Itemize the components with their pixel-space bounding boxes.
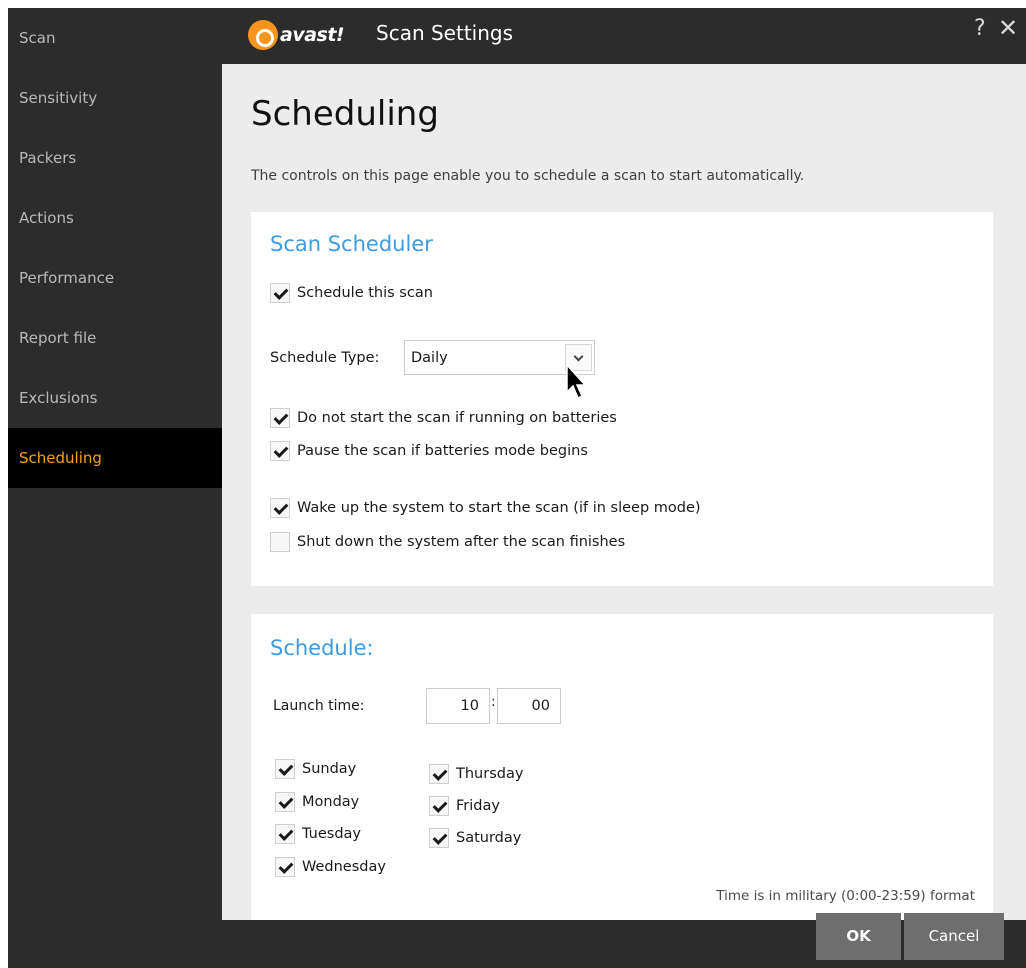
avast-ball-icon bbox=[248, 20, 278, 50]
wake-up-system-checkbox[interactable]: Wake up the system to start the scan (if… bbox=[270, 498, 701, 518]
checkbox-icon bbox=[270, 532, 290, 552]
day-monday-checkbox[interactable]: Monday bbox=[275, 792, 359, 812]
day-friday-checkbox[interactable]: Friday bbox=[429, 796, 500, 816]
checkbox-icon bbox=[275, 824, 295, 844]
day-thursday-checkbox[interactable]: Thursday bbox=[429, 764, 523, 784]
sidebar-item-packers[interactable]: Packers bbox=[8, 128, 222, 188]
sidebar-item-exclusions[interactable]: Exclusions bbox=[8, 368, 222, 428]
sidebar-item-sensitivity[interactable]: Sensitivity bbox=[8, 68, 222, 128]
time-separator: : bbox=[491, 694, 496, 710]
sidebar-item-performance[interactable]: Performance bbox=[8, 248, 222, 308]
checkbox-icon bbox=[429, 764, 449, 784]
checkbox-label: Wednesday bbox=[302, 859, 386, 875]
day-saturday-checkbox[interactable]: Saturday bbox=[429, 828, 521, 848]
close-button[interactable]: ✕ bbox=[998, 14, 1018, 42]
ok-button[interactable]: OK bbox=[816, 913, 901, 960]
launch-minute-input[interactable]: 00 bbox=[497, 688, 561, 724]
day-wednesday-checkbox[interactable]: Wednesday bbox=[275, 857, 386, 877]
checkbox-label: Wake up the system to start the scan (if… bbox=[297, 500, 701, 516]
checkbox-label: Tuesday bbox=[302, 826, 361, 842]
schedule-type-label: Schedule Type: bbox=[270, 350, 380, 366]
checkbox-label: Thursday bbox=[456, 766, 524, 782]
checkbox-label: Schedule this scan bbox=[297, 285, 433, 301]
checkbox-label: Friday bbox=[456, 798, 500, 814]
schedule-this-scan-checkbox[interactable]: Schedule this scan bbox=[270, 283, 433, 303]
pause-on-batteries-checkbox[interactable]: Pause the scan if batteries mode begins bbox=[270, 441, 588, 461]
checkbox-icon bbox=[429, 796, 449, 816]
day-sunday-checkbox[interactable]: Sunday bbox=[275, 759, 356, 779]
page-title: Scheduling bbox=[251, 94, 439, 134]
day-tuesday-checkbox[interactable]: Tuesday bbox=[275, 824, 361, 844]
checkbox-label: Do not start the scan if running on batt… bbox=[297, 410, 617, 426]
schedule-type-value: Daily bbox=[411, 350, 448, 366]
checkbox-icon bbox=[270, 498, 290, 518]
scan-scheduler-panel: Scan Scheduler Schedule this scan Schedu… bbox=[251, 212, 993, 586]
scan-settings-window: Scan Sensitivity Packers Actions Perform… bbox=[8, 8, 1026, 968]
window-title: Scan Settings bbox=[376, 21, 514, 45]
avast-logo: avast! bbox=[248, 19, 345, 51]
checkbox-icon bbox=[275, 792, 295, 812]
checkbox-label: Sunday bbox=[302, 761, 357, 777]
checkbox-icon bbox=[270, 283, 290, 303]
checkbox-icon bbox=[429, 828, 449, 848]
checkbox-icon bbox=[270, 441, 290, 461]
scan-scheduler-title: Scan Scheduler bbox=[270, 232, 433, 256]
military-time-note: Time is in military (0:00-23:59) format bbox=[716, 888, 975, 904]
launch-time-label: Launch time: bbox=[273, 698, 365, 714]
cancel-button[interactable]: Cancel bbox=[904, 913, 1004, 960]
checkbox-icon bbox=[275, 857, 295, 877]
sidebar-item-actions[interactable]: Actions bbox=[8, 188, 222, 248]
checkbox-label: Monday bbox=[302, 794, 360, 810]
checkbox-label: Pause the scan if batteries mode begins bbox=[297, 443, 588, 459]
checkbox-icon bbox=[275, 759, 295, 779]
checkbox-icon bbox=[270, 408, 290, 428]
settings-content: Scheduling The controls on this page ena… bbox=[222, 64, 1026, 920]
no-start-on-batteries-checkbox[interactable]: Do not start the scan if running on batt… bbox=[270, 408, 617, 428]
checkbox-label: Saturday bbox=[456, 830, 522, 846]
schedule-panel: Schedule: Launch time: 10 : 00 Sunday Mo… bbox=[251, 614, 993, 920]
title-bar: avast! Scan Settings ? ✕ bbox=[222, 8, 1026, 64]
sidebar-item-scheduling[interactable]: Scheduling bbox=[8, 428, 222, 488]
page-description: The controls on this page enable you to … bbox=[251, 168, 805, 184]
schedule-title: Schedule: bbox=[270, 636, 374, 660]
launch-hour-input[interactable]: 10 bbox=[426, 688, 490, 724]
mouse-pointer-icon bbox=[566, 364, 586, 400]
help-button[interactable]: ? bbox=[974, 16, 986, 41]
checkbox-label: Shut down the system after the scan fini… bbox=[297, 534, 626, 550]
avast-wordmark: avast! bbox=[280, 24, 345, 46]
sidebar-item-scan[interactable]: Scan bbox=[8, 8, 222, 68]
sidebar: Scan Sensitivity Packers Actions Perform… bbox=[8, 8, 222, 968]
shut-down-system-checkbox[interactable]: Shut down the system after the scan fini… bbox=[270, 532, 625, 552]
sidebar-item-report-file[interactable]: Report file bbox=[8, 308, 222, 368]
